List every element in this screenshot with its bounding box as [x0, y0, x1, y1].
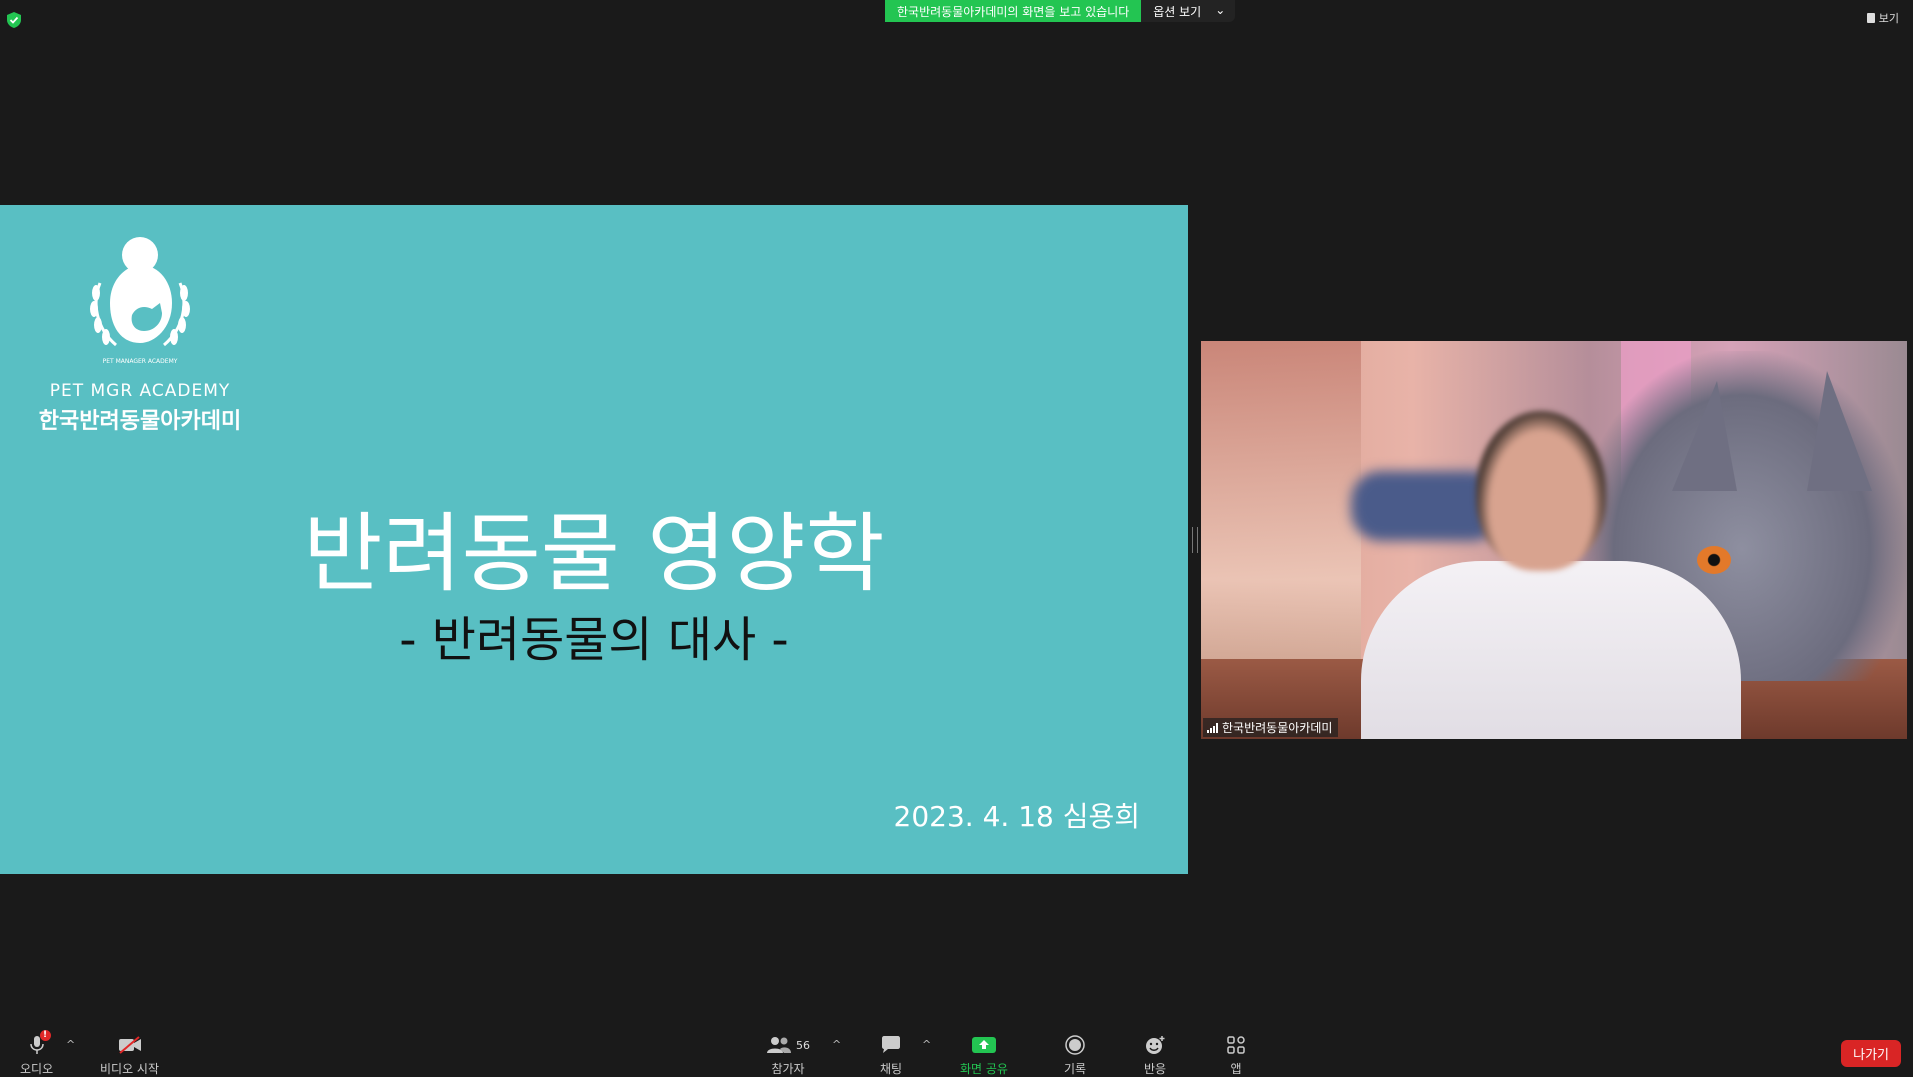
smiley-add-icon	[1146, 1036, 1165, 1054]
record-button[interactable]: 기록	[1064, 1034, 1086, 1077]
speaker-video	[1361, 411, 1741, 739]
share-screen-label: 화면 공유	[960, 1062, 1008, 1076]
view-options-button[interactable]: 옵션 보기 ⌄	[1141, 0, 1236, 22]
apps-icon	[1227, 1036, 1245, 1054]
start-video-button[interactable]: 비디오 시작	[100, 1034, 159, 1077]
view-button[interactable]: 보기	[1866, 10, 1899, 26]
share-screen-button[interactable]: 화면 공유	[960, 1034, 1008, 1077]
view-layout-icon	[1866, 13, 1875, 23]
slide-title: 반려동물 영양학	[303, 504, 885, 604]
viewing-screen-text: 한국반려동물아카데미의 화면을 보고 있습니다	[885, 0, 1142, 22]
screen-share-banner: 한국반려동물아카데미의 화면을 보고 있습니다 옵션 보기 ⌄	[885, 0, 1236, 22]
leave-button[interactable]: 나가기	[1841, 1040, 1901, 1067]
participants-label: 참가자	[771, 1062, 805, 1076]
record-label: 기록	[1064, 1062, 1087, 1076]
participant-video-tile[interactable]: 한국반려동물아카데미	[1201, 341, 1907, 739]
participants-button[interactable]: 56 참가자	[766, 1034, 810, 1077]
audio-label: 오디오	[20, 1062, 54, 1076]
start-video-label: 비디오 시작	[100, 1062, 160, 1076]
audio-warning-badge: !	[39, 1030, 51, 1041]
chat-options-caret[interactable]: ^	[922, 1038, 931, 1051]
chat-button[interactable]: 채팅	[880, 1034, 902, 1077]
meeting-toolbar: ! 오디오 ^ 비디오 시작 56 참가자 ^ 채팅 ^ 화면 공유 기록 반응…	[0, 1026, 1913, 1076]
participant-name-tag: 한국반려동물아카데미	[1203, 718, 1339, 737]
logo-ring-text: PET MANAGER ACADEMY	[103, 358, 178, 365]
audio-button[interactable]: ! 오디오	[20, 1030, 54, 1077]
logo-english-name: PET MGR ACADEMY	[49, 381, 231, 401]
slide-subtitle: - 반려동물의 대사 -	[399, 612, 789, 668]
participant-name: 한국반려동물아카데미	[1222, 721, 1333, 735]
apps-label: 앱	[1230, 1062, 1242, 1076]
chat-icon	[882, 1036, 901, 1053]
slide-date-author: 2023. 4. 18 심용희	[893, 800, 1140, 833]
view-button-label: 보기	[1878, 12, 1899, 25]
reactions-label: 반응	[1144, 1062, 1167, 1076]
view-options-label: 옵션 보기	[1153, 5, 1202, 19]
chat-label: 채팅	[880, 1062, 903, 1076]
pet-academy-emblem-icon: PET MANAGER ACADEMY	[90, 237, 190, 365]
security-shield-icon[interactable]	[6, 11, 22, 29]
share-screen-icon	[971, 1037, 996, 1053]
record-icon	[1065, 1035, 1085, 1055]
logo-korean-name: 한국반려동물아카데미	[38, 409, 242, 434]
split-divider-handle[interactable]	[1192, 527, 1198, 553]
video-off-icon	[118, 1036, 141, 1054]
participants-icon	[767, 1037, 791, 1053]
participants-options-caret[interactable]: ^	[832, 1038, 841, 1051]
shared-slide: PET MANAGER ACADEMY PET MGR ACADEMY 한국반려…	[0, 205, 1188, 874]
signal-strength-icon	[1207, 722, 1218, 733]
reactions-button[interactable]: 반응	[1144, 1034, 1166, 1077]
chevron-down-icon: ⌄	[1215, 3, 1226, 17]
academy-logo: PET MANAGER ACADEMY PET MGR ACADEMY 한국반려…	[20, 233, 260, 435]
audio-options-caret[interactable]: ^	[66, 1038, 75, 1051]
apps-button[interactable]: 앱	[1226, 1034, 1246, 1077]
participants-count: 56	[796, 1038, 810, 1052]
